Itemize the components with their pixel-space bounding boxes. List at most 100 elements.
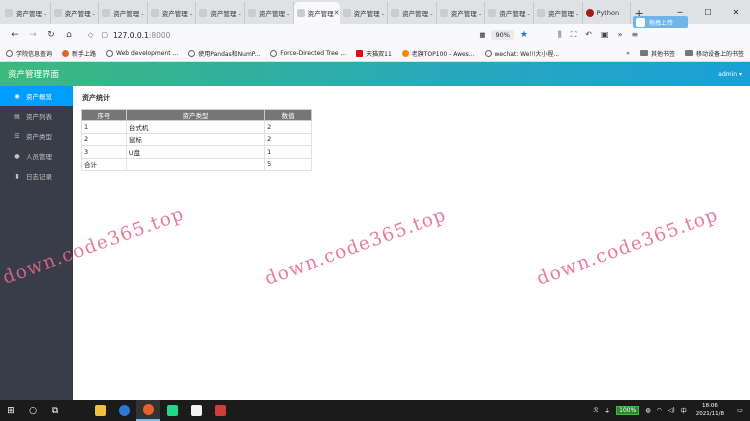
forward-icon[interactable]: → xyxy=(24,30,42,40)
browser-tab[interactable]: 资产管理 - xyxy=(437,2,486,24)
browser-tab[interactable]: 资产管理 - xyxy=(485,2,534,24)
menu-icon[interactable]: ≡ xyxy=(631,30,638,40)
bookmark-favicon-icon xyxy=(270,50,278,57)
sidebar-item[interactable]: ▮ 日志记录 xyxy=(0,166,73,186)
undo-icon[interactable]: ↶ xyxy=(585,30,592,40)
favicon-icon xyxy=(247,9,256,17)
total-cell xyxy=(125,157,266,171)
typora-icon[interactable] xyxy=(184,400,208,421)
pycharm-icon[interactable] xyxy=(160,400,184,421)
total-cell: 5 xyxy=(264,157,312,171)
asset-stats-table: 序号 资产类型 数值 1 台式机 2 2 鼠标 2 3 U盘 1 合计 5 xyxy=(81,109,312,171)
total-cell: 合计 xyxy=(81,157,127,171)
bookmark-star-icon[interactable]: ★ xyxy=(520,30,528,40)
list-icon: ▤ xyxy=(14,112,20,120)
bookmark-item[interactable]: wechat: We川大小程... xyxy=(484,49,560,58)
favicon-icon xyxy=(536,9,545,17)
favicon-icon xyxy=(199,9,208,17)
app-tray-icon[interactable]: ◍ xyxy=(645,407,650,414)
bookmark-item[interactable]: 新手上路 xyxy=(62,49,96,58)
browser-tab[interactable]: 资产管理 - xyxy=(2,2,51,24)
close-window-icon[interactable]: ✕ xyxy=(722,8,750,17)
table-cell: 2 xyxy=(81,132,127,146)
favicon-icon xyxy=(102,9,111,17)
bookmark-item[interactable]: 学院信息查询 xyxy=(6,49,52,58)
volume-icon[interactable]: ◁) xyxy=(668,407,675,414)
tab-label: Python xyxy=(596,9,620,17)
browser-tab[interactable]: 资产管理 - xyxy=(245,2,294,24)
tab-label: 资产管理 - xyxy=(547,10,579,18)
address-bar[interactable]: ◇ ▢ 127.0.0.1:8000 ▦ 90% ★ xyxy=(88,27,528,43)
sidebar-item-label: 资产概览 xyxy=(26,93,52,101)
tab-label: 资产管理 - xyxy=(450,10,482,18)
tab-label: 资产管理 - xyxy=(16,10,47,18)
sidebar-item[interactable]: ▤ 资产列表 xyxy=(0,106,73,126)
overflow-icon[interactable]: » xyxy=(618,30,623,40)
bookmark-item[interactable]: Force-Directed Tree ... xyxy=(270,50,346,57)
bookmark-item[interactable]: 使用Pandas和NumP... xyxy=(188,49,260,58)
bookmark-label: wechat: We川大小程... xyxy=(494,51,560,58)
sidebar-item[interactable]: ● 人员管理 xyxy=(0,146,73,166)
browser-tab[interactable]: 资产管理 - xyxy=(340,2,389,24)
red-app-icon[interactable] xyxy=(208,400,232,421)
sidebar: ◉ 资产概览 ▤ 资产列表 ☰ 资产类型 ● 人员管理 ▮ 日志记录 xyxy=(0,86,73,400)
close-tab-icon[interactable]: ✕ xyxy=(334,9,340,17)
network-icon[interactable]: ◠ xyxy=(657,407,662,414)
favicon-icon xyxy=(391,9,400,17)
browser-tab[interactable]: 资产管理 - xyxy=(196,2,245,24)
browser-tab[interactable]: 资产管理 - xyxy=(388,2,437,24)
bookmark-favicon-icon xyxy=(6,50,13,57)
user-menu[interactable]: admin ▾ xyxy=(718,71,742,78)
zoom-level[interactable]: 90% xyxy=(491,30,514,40)
file-explorer-icon[interactable] xyxy=(88,400,112,421)
people-icon[interactable]: ℛ xyxy=(593,407,598,414)
table-row: 1 台式机 2 xyxy=(81,120,312,134)
bookmarks-overflow-icon[interactable]: » xyxy=(626,50,630,57)
windows-start-icon[interactable]: ⊞ xyxy=(0,400,22,421)
favicon-icon xyxy=(150,9,159,17)
browser-tab[interactable]: 资产管理 - xyxy=(51,2,100,24)
other-bookmarks[interactable]: 其他书签 xyxy=(639,49,675,58)
ime-indicator[interactable]: 中 xyxy=(681,406,687,415)
browser-tools: ⫼ ⛶ ↶ ▣ » ≡ xyxy=(558,30,638,40)
extension-icon[interactable]: ▣ xyxy=(601,30,609,40)
maximize-icon[interactable]: ☐ xyxy=(694,8,722,17)
url-port: :8000 xyxy=(148,30,171,40)
screenshot-icon[interactable]: ⛶ xyxy=(571,30,577,40)
firefox-icon[interactable] xyxy=(136,400,160,421)
power-icon[interactable]: ⏚ xyxy=(604,406,610,415)
menu-icon: ☰ xyxy=(14,132,20,140)
mobile-bookmarks[interactable]: 移动设备上的书签 xyxy=(684,49,744,58)
library-icon[interactable]: ⫼ xyxy=(558,30,562,40)
user-name: admin xyxy=(718,70,738,78)
bookmark-label: 使用Pandas和NumP... xyxy=(198,51,261,58)
translate-icon[interactable]: ▦ xyxy=(479,31,485,39)
home-icon[interactable]: ⌂ xyxy=(60,30,78,40)
clock[interactable]: 18:06 2021/11/8 xyxy=(696,403,724,418)
shield-icon[interactable]: ◇ xyxy=(88,31,93,39)
reload-icon[interactable]: ↻ xyxy=(42,30,60,40)
browser-tab[interactable]: 资产管理 - xyxy=(148,2,197,24)
search-icon[interactable]: ○ xyxy=(22,400,44,421)
drag-upload-button[interactable]: 拖拽上传 xyxy=(633,16,688,28)
edge-icon[interactable] xyxy=(112,400,136,421)
bookmark-item[interactable]: 老旗TOP100 - Awes... xyxy=(401,49,475,58)
back-icon[interactable]: ← xyxy=(6,30,24,40)
browser-tab[interactable]: 资产管理 - xyxy=(534,2,583,24)
browser-tab[interactable]: Python xyxy=(583,2,632,24)
system-tray: ℛ ⏚ 100% ◍ ◠ ◁) 中 18:06 2021/11/8 ▭ xyxy=(590,400,750,421)
sidebar-item[interactable]: ☰ 资产类型 xyxy=(0,126,73,146)
battery-indicator[interactable]: 100% xyxy=(616,406,640,415)
notification-icon[interactable]: ▭ xyxy=(733,407,747,414)
browser-tab[interactable]: 资产管理 - xyxy=(99,2,148,24)
header-count: 数值 xyxy=(264,109,312,121)
task-view-icon[interactable]: ⧉ xyxy=(44,400,66,421)
table-cell: 2 xyxy=(264,132,312,146)
bookmark-item[interactable]: 天猫双11 xyxy=(356,49,392,58)
browser-tab[interactable]: 资产管理 ✕ xyxy=(293,2,340,24)
page-info-icon[interactable]: ▢ xyxy=(101,31,108,39)
sidebar-item[interactable]: ◉ 资产概览 xyxy=(0,86,73,106)
windows-taskbar: ⊞ ○ ⧉ ℛ ⏚ 100% ◍ ◠ ◁) 中 18:06 2021/11/8 … xyxy=(0,400,750,421)
tab-label: 资产管理 - xyxy=(113,10,144,18)
bookmark-item[interactable]: Web development ... xyxy=(106,50,178,57)
